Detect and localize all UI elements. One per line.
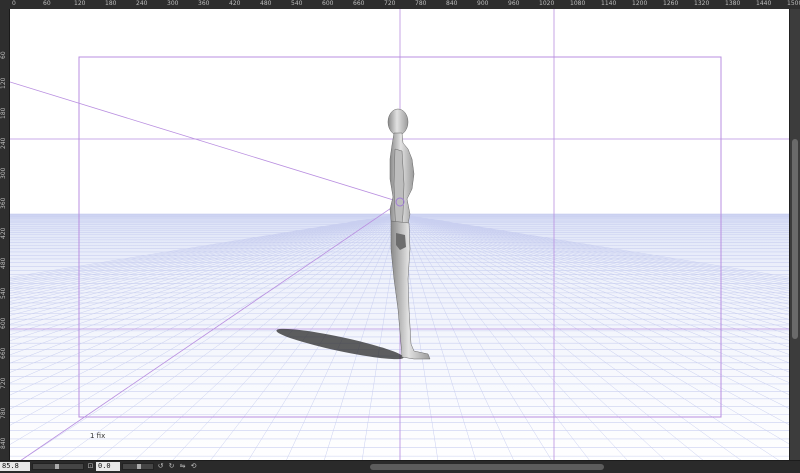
left-ruler: 60 120 180 240 300 360 420 480 540 600 660 720 780 84… <box>0 9 10 461</box>
ruler-tick-label: 120 <box>74 0 86 7</box>
ruler-tick-label: 840 <box>446 0 458 7</box>
ruler-tick-label: 60 <box>43 0 51 7</box>
frame-label: 1 fix <box>90 432 106 440</box>
ruler-tick-label: 1080 <box>570 0 586 7</box>
zoom-field[interactable]: 85.8 <box>0 462 30 471</box>
ruler-tick-label: 1020 <box>539 0 555 7</box>
ruler-tick-label: 0 <box>12 0 16 7</box>
ruler-tick-label: 540 <box>291 0 303 7</box>
ruler-tick-label: 1380 <box>725 0 741 7</box>
ruler-tick-label: 1140 <box>601 0 617 7</box>
ruler-tick-label: 660 <box>353 0 365 7</box>
horizontal-scroll-thumb[interactable] <box>370 464 604 470</box>
zoom-fit-icon[interactable]: ⊡ <box>86 462 95 471</box>
vertical-scroll-thumb[interactable] <box>792 139 798 339</box>
ruler-tick-label: 780 <box>415 0 427 7</box>
flip-icon[interactable]: ⇋ <box>178 462 187 471</box>
ruler-tick-label: 360 <box>198 0 210 7</box>
ruler-tick-label: 480 <box>0 257 7 269</box>
ruler-tick-label: 1500 <box>787 0 800 7</box>
ruler-tick-label: 300 <box>0 167 7 179</box>
angle-slider-knob[interactable] <box>137 464 141 469</box>
ruler-tick-label: 420 <box>229 0 241 7</box>
guide-line <box>10 81 401 203</box>
ruler-tick-label: 1440 <box>756 0 772 7</box>
ruler-tick-label: 420 <box>0 227 7 239</box>
ruler-tick-label: 720 <box>0 377 7 389</box>
angle-slider[interactable] <box>122 463 154 470</box>
ruler-tick-label: 660 <box>0 347 7 359</box>
ruler-tick-label: 60 <box>0 51 7 59</box>
ruler-tick-label: 180 <box>105 0 117 7</box>
ruler-tick-label: 300 <box>167 0 179 7</box>
angle-field[interactable]: 0.0 <box>96 462 120 471</box>
ruler-tick-label: 720 <box>384 0 396 7</box>
zoom-slider[interactable] <box>32 463 84 470</box>
ruler-tick-label: 840 <box>0 437 7 449</box>
ruler-tick-label: 900 <box>477 0 489 7</box>
ruler-tick-label: 360 <box>0 197 7 209</box>
figure-head <box>387 108 409 136</box>
ruler-tick-label: 240 <box>136 0 148 7</box>
ruler-tick-label: 120 <box>0 77 7 89</box>
ruler-tick-label: 480 <box>260 0 272 7</box>
zoom-slider-knob[interactable] <box>55 464 59 469</box>
ruler-tick-label: 780 <box>0 407 7 419</box>
ruler-tick-label: 540 <box>0 287 7 299</box>
reset-icon[interactable]: ⟲ <box>189 462 198 471</box>
vertical-scrollbar[interactable] <box>789 9 800 461</box>
status-bar: 85.8 ⊡ 0.0 ↺ ↻ ⇋ ⟲ <box>0 460 800 473</box>
rotate-left-icon[interactable]: ↺ <box>156 462 165 471</box>
ruler-tick-label: 1260 <box>663 0 679 7</box>
3d-scene[interactable] <box>10 9 790 461</box>
canvas[interactable]: 1 fix <box>10 9 790 461</box>
ruler-tick-label: 600 <box>0 317 7 329</box>
ruler-tick-label: 240 <box>0 137 7 149</box>
ruler-tick-label: 1200 <box>632 0 648 7</box>
ruler-tick-label: 960 <box>508 0 520 7</box>
ruler-tick-label: 180 <box>0 107 7 119</box>
rotate-right-icon[interactable]: ↻ <box>167 462 176 471</box>
ruler-tick-label: 1320 <box>694 0 710 7</box>
ruler-tick-label: 600 <box>322 0 334 7</box>
